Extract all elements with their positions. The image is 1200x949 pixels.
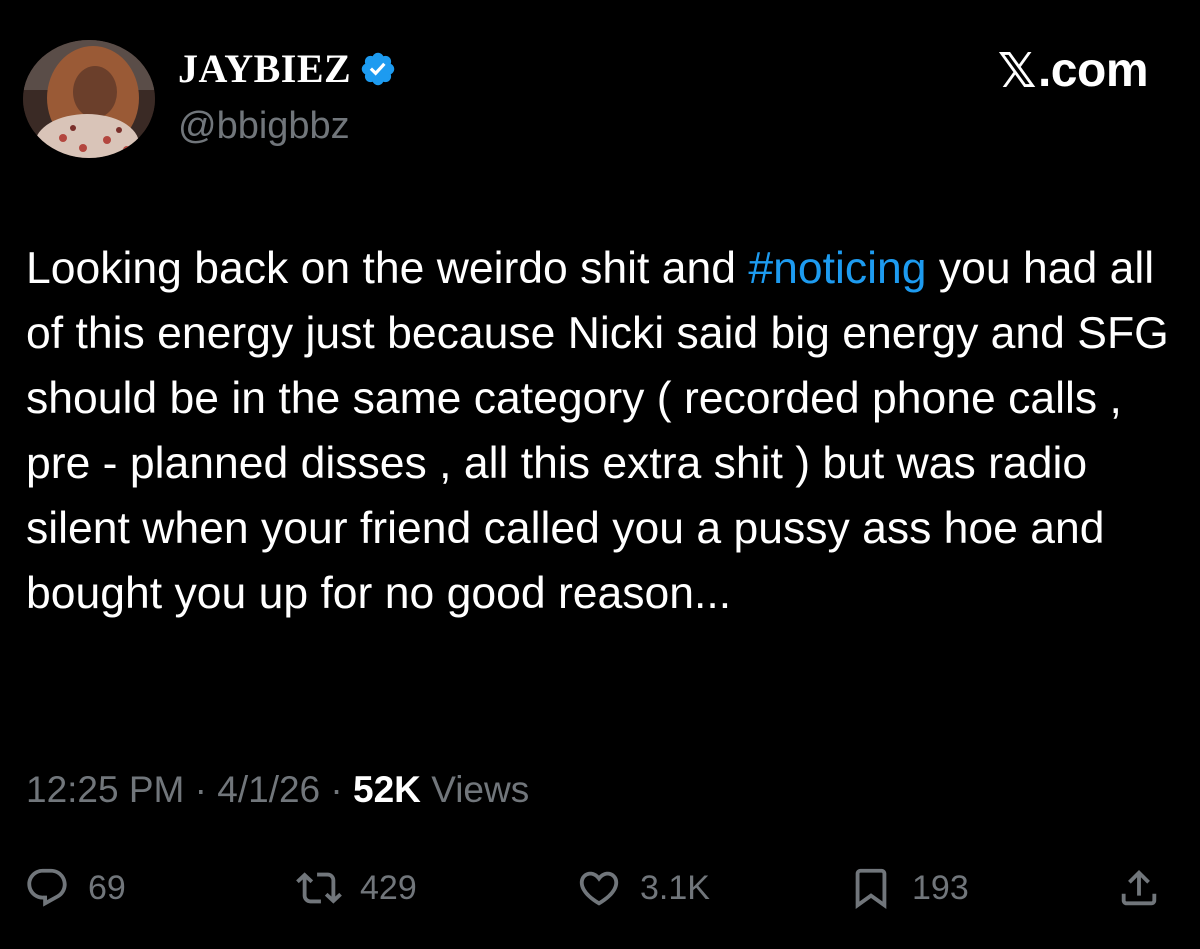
x-logo-icon: 𝕏 <box>997 43 1037 99</box>
verified-badge-icon[interactable] <box>359 50 397 88</box>
tweet-meta: 12:25 PM · 4/1/26 · 52K Views <box>26 768 529 812</box>
tweet-time[interactable]: 12:25 PM <box>26 769 184 810</box>
like-button[interactable]: 3.1K <box>576 860 710 916</box>
views-count[interactable]: 52K <box>353 769 421 810</box>
tweet-text-before: Looking back on the weirdo shit and <box>26 244 749 293</box>
author-name-row[interactable]: JAYBIEZ <box>178 46 397 92</box>
hashtag-link[interactable]: #noticing <box>748 244 926 293</box>
like-count: 3.1K <box>640 868 710 907</box>
share-button[interactable] <box>1116 860 1162 916</box>
reply-button[interactable]: 69 <box>24 860 126 916</box>
action-bar: 69 429 3.1K 193 <box>24 860 1174 916</box>
brand-logo: 𝕏 .com <box>997 43 1149 99</box>
repost-button[interactable]: 429 <box>296 860 417 916</box>
tweet-text-after: you had all of this energy just because … <box>26 244 1169 618</box>
tweet-text: Looking back on the weirdo shit and #not… <box>26 236 1186 626</box>
repost-count: 429 <box>360 868 417 907</box>
share-icon <box>1116 865 1162 911</box>
meta-separator: · <box>184 769 218 810</box>
bookmark-icon <box>848 865 894 911</box>
author-display-name[interactable]: JAYBIEZ <box>178 46 351 92</box>
bookmark-count: 193 <box>912 868 969 907</box>
reply-icon <box>24 865 70 911</box>
author-handle[interactable]: @bbigbbz <box>178 104 350 148</box>
avatar[interactable] <box>23 40 155 158</box>
brand-suffix: .com <box>1037 44 1149 97</box>
tweet-date[interactable]: 4/1/26 <box>217 769 320 810</box>
views-label: Views <box>420 769 530 810</box>
heart-icon <box>576 865 622 911</box>
repost-icon <box>296 865 342 911</box>
reply-count: 69 <box>88 868 126 907</box>
meta-separator: · <box>320 769 354 810</box>
bookmark-button[interactable]: 193 <box>848 860 969 916</box>
